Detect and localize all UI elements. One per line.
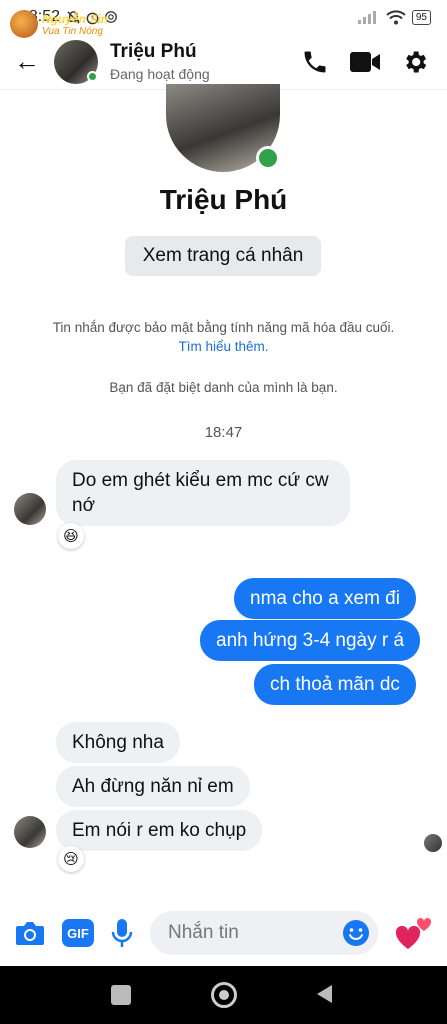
- contact-name[interactable]: Triệu Phú: [110, 41, 210, 63]
- gif-button[interactable]: GIF: [62, 919, 94, 947]
- message-bubble-outgoing[interactable]: ch thoả mãn dc: [254, 664, 416, 705]
- cry-reaction-icon[interactable]: 😢: [58, 846, 84, 872]
- home-icon[interactable]: [211, 982, 237, 1008]
- back-triangle-icon[interactable]: [314, 983, 334, 1005]
- message-bubble-outgoing[interactable]: anh hứng 3-4 ngày r á: [200, 620, 421, 661]
- sender-avatar[interactable]: [14, 493, 46, 525]
- watermark-logo-icon: [10, 10, 38, 38]
- message-bubble-outgoing[interactable]: nma cho a xem đi: [234, 578, 416, 619]
- sender-avatar[interactable]: [14, 816, 46, 848]
- watermark-subtitle: Vua Tin Nóng: [42, 25, 103, 37]
- message-timestamp: 18:47: [204, 424, 243, 441]
- encryption-notice: Tin nhắn được bảo mật bằng tính năng mã …: [50, 318, 397, 356]
- hearts-icon[interactable]: [394, 913, 434, 953]
- online-indicator: [87, 70, 98, 82]
- nickname-notice: Bạn đã đặt biệt danh của mình là bạn.: [109, 380, 338, 395]
- back-arrow-icon[interactable]: ←: [0, 46, 54, 77]
- watermark: Nguyễn Sin Vua Tin Nóng: [10, 10, 108, 38]
- settings-gear-icon[interactable]: [401, 48, 429, 76]
- battery-icon: 95: [411, 9, 431, 25]
- online-indicator: [256, 146, 280, 170]
- message-bubble-incoming[interactable]: Em nói r em ko chụp: [56, 810, 263, 851]
- seen-avatar: [424, 834, 442, 852]
- message-composer: GIF Nhắn tin: [0, 900, 447, 966]
- chat-header: ← Triệu Phú Đang hoạt động: [0, 34, 447, 90]
- emoji-icon[interactable]: [342, 919, 370, 947]
- header-avatar[interactable]: [54, 39, 98, 84]
- wifi-icon: [386, 9, 406, 24]
- recent-apps-icon[interactable]: [111, 985, 131, 1005]
- encryption-text: Tin nhắn được bảo mật bằng tính năng mã …: [52, 320, 395, 335]
- profile-name: Triệu Phú: [159, 184, 288, 215]
- camera-icon[interactable]: [14, 919, 46, 947]
- message-bubble-incoming[interactable]: Do em ghét kiểu em mc cứ cw nớ: [56, 460, 350, 526]
- message-input[interactable]: Nhắn tin: [150, 911, 378, 955]
- phone-icon[interactable]: [301, 48, 329, 76]
- profile-photo[interactable]: [166, 84, 280, 172]
- signal-icon: [357, 11, 376, 24]
- microphone-icon[interactable]: [110, 917, 134, 949]
- learn-more-link[interactable]: Tìm hiểu thêm.: [178, 339, 268, 354]
- message-input-placeholder: Nhắn tin: [168, 922, 239, 943]
- watermark-title: Nguyễn Sin: [42, 11, 109, 26]
- video-call-icon[interactable]: [349, 49, 381, 75]
- laugh-reaction-icon[interactable]: 😆: [58, 523, 84, 549]
- message-bubble-incoming[interactable]: Không nha: [56, 722, 180, 763]
- view-profile-button[interactable]: Xem trang cá nhân: [125, 236, 321, 276]
- active-status: Đang hoạt động: [110, 66, 210, 82]
- message-bubble-incoming[interactable]: Ah đừng năn nỉ em: [56, 766, 250, 807]
